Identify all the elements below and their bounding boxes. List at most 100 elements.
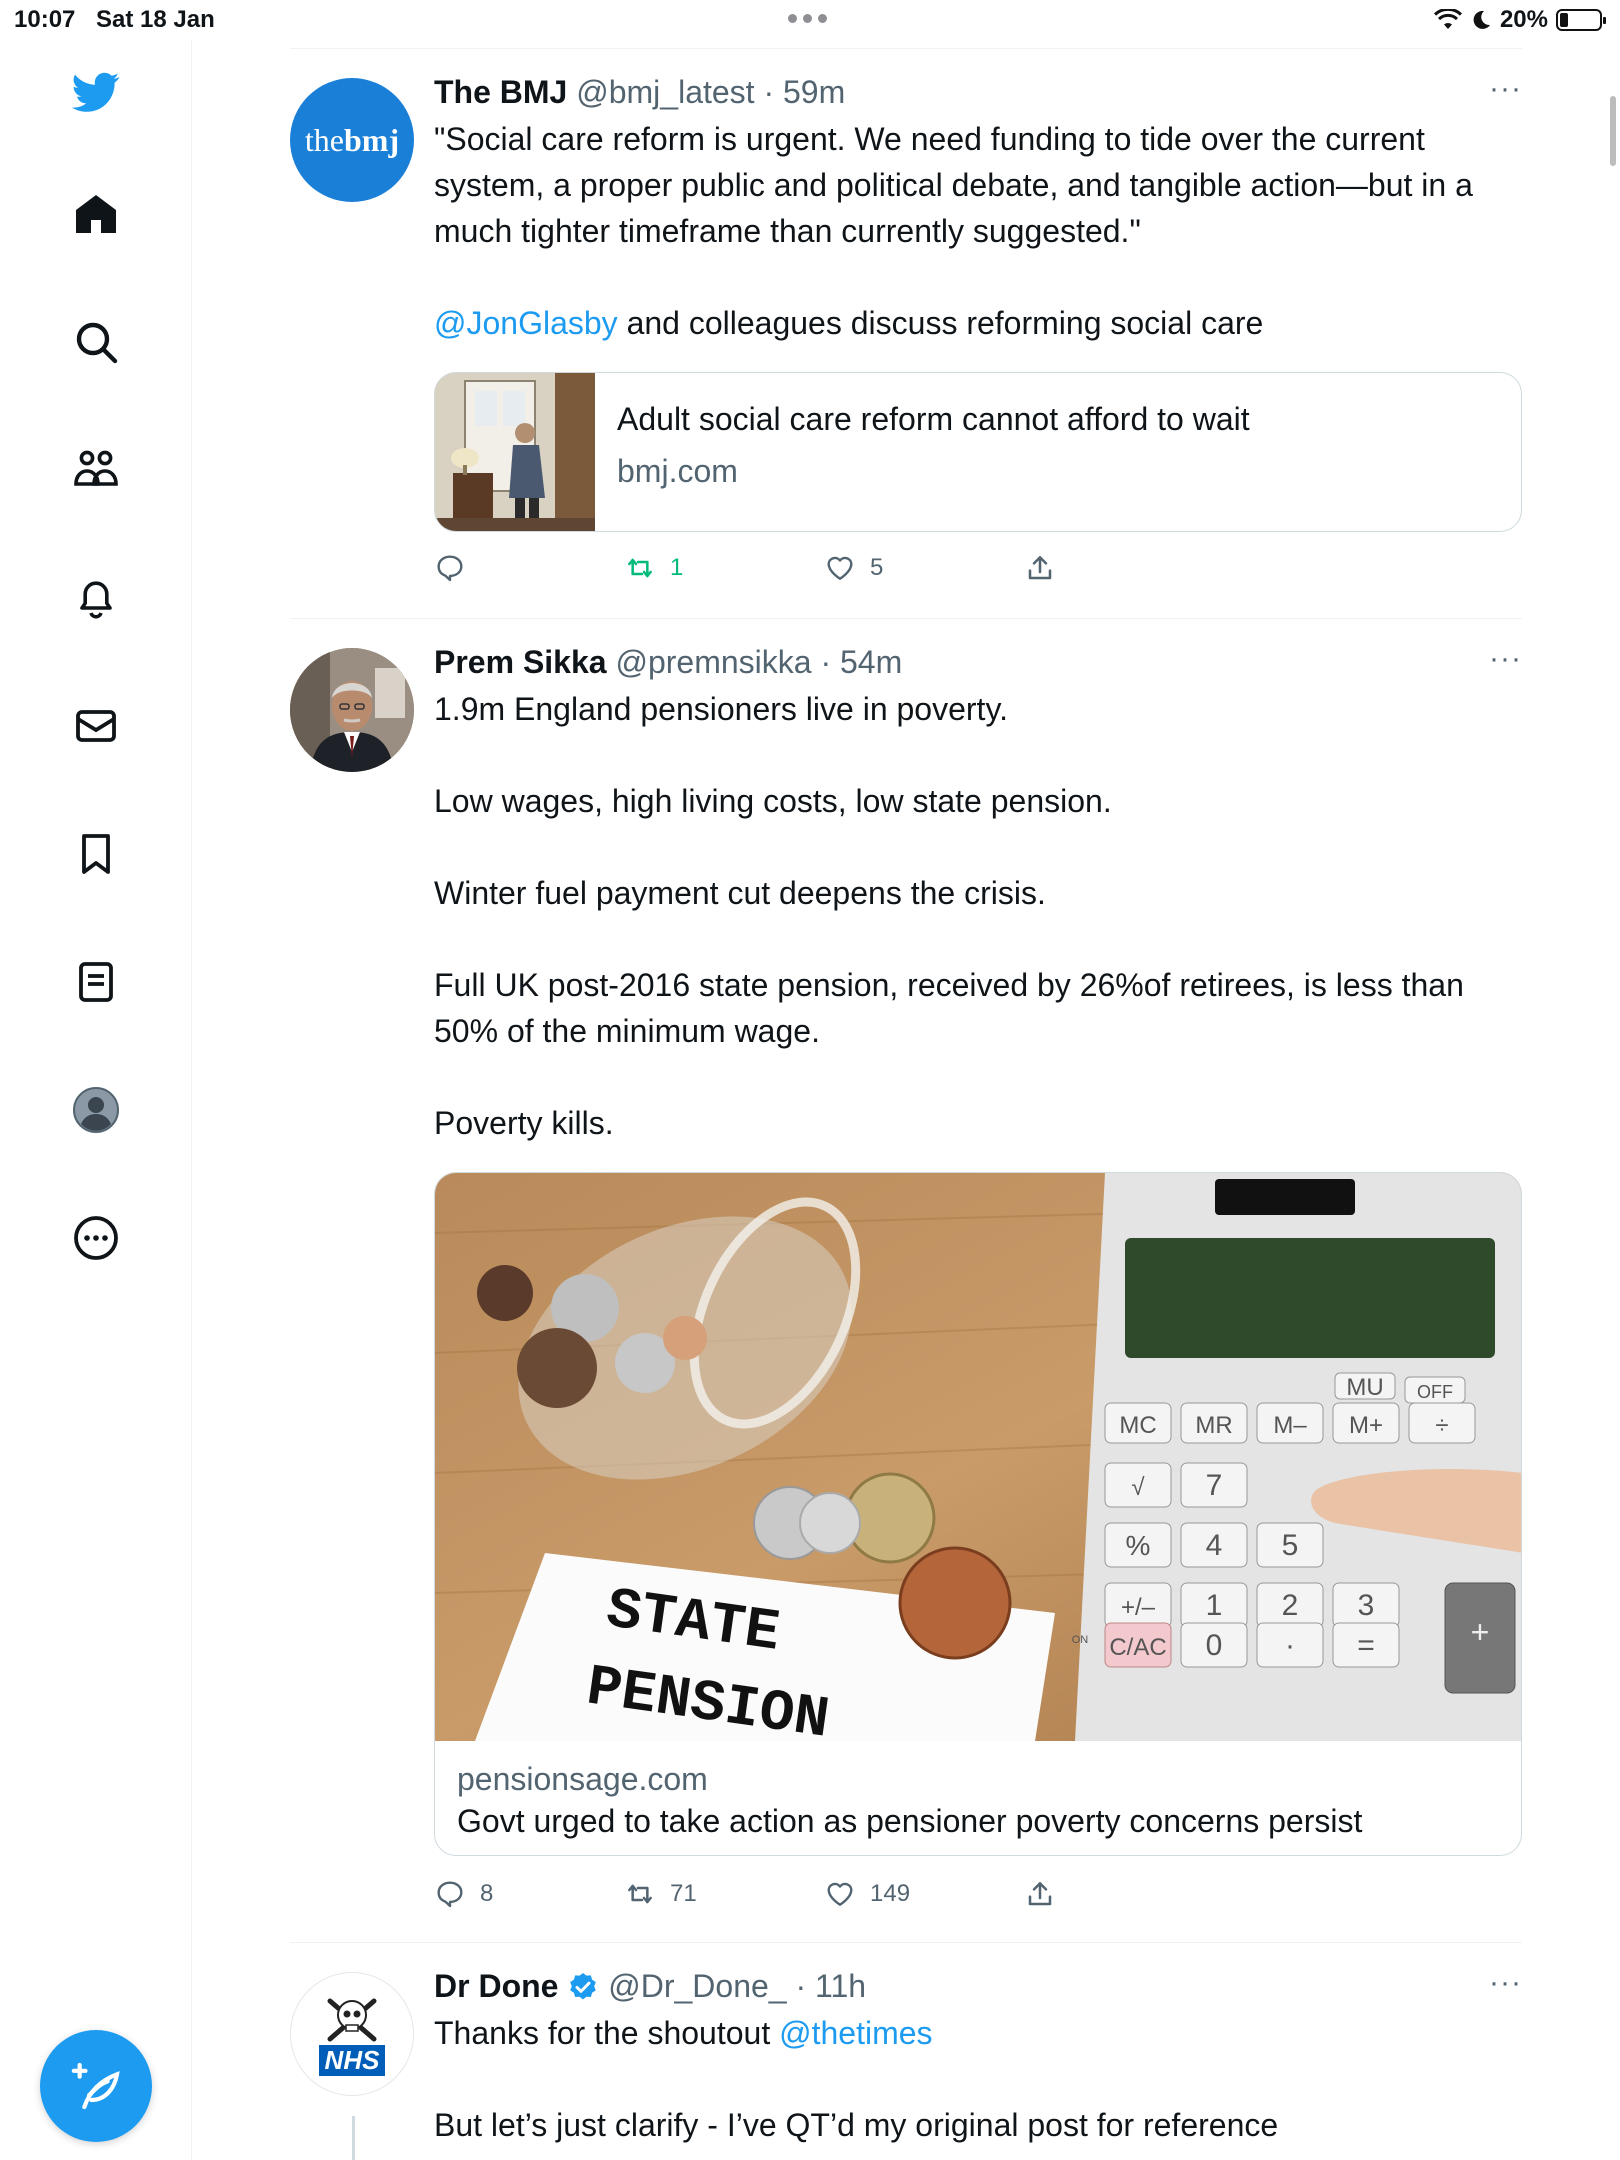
status-date: Sat 18 Jan xyxy=(96,6,215,33)
bmj-logo-text: thebmj xyxy=(304,121,400,158)
scrollbar[interactable] xyxy=(1610,96,1616,166)
calc-key: 3 xyxy=(1358,1589,1375,1622)
compose-feather-icon xyxy=(71,2062,120,2110)
twitter-logo-icon[interactable] xyxy=(66,62,126,122)
tweet-paragraph: Thanks for the shoutout xyxy=(434,2015,780,2051)
heart-icon xyxy=(827,1882,853,1906)
separator: · xyxy=(820,644,832,680)
skull-icon xyxy=(327,1998,377,2041)
reply-count: 8 xyxy=(480,1880,494,1907)
heart-icon xyxy=(827,556,853,580)
tweet-paragraph: "Social care reform is urgent. We need f… xyxy=(434,121,1473,249)
calc-key: 1 xyxy=(1206,1589,1223,1622)
avatar-prem-sikka[interactable] xyxy=(290,648,414,772)
tweet-more-icon[interactable]: ··· xyxy=(1489,1966,1522,2000)
calc-key: 4 xyxy=(1206,1529,1223,1562)
calc-key: MU xyxy=(1346,1374,1383,1401)
card-image: STATE PENSION MU OFF MC MR M– M+ ÷ √ 7 %… xyxy=(435,1173,1521,1741)
author-name[interactable]: Dr Done xyxy=(434,1968,558,2004)
moon-icon xyxy=(1473,10,1490,29)
sidebar-nav xyxy=(0,40,192,2160)
card-title: Govt urged to take action as pensioner p… xyxy=(457,1803,1363,1839)
author-handle[interactable]: @premnsikka xyxy=(615,644,811,680)
status-indicators: 20% xyxy=(1433,6,1606,34)
bookmarks-icon[interactable] xyxy=(66,824,126,884)
link-card[interactable]: STATE PENSION MU OFF MC MR M– M+ ÷ √ 7 %… xyxy=(434,1172,1522,1856)
mention-link[interactable]: @JonGlasby xyxy=(434,305,618,341)
tweet-paragraph: and colleagues discuss reforming social … xyxy=(617,305,1264,341)
card-title: Adult social care reform cannot afford t… xyxy=(617,401,1250,437)
compose-tweet-button[interactable] xyxy=(40,2030,152,2142)
tweet[interactable]: NHS Dr Done @Dr_Done_ · 11h ··· Thanks f… xyxy=(290,1966,1522,2160)
profile-avatar-icon[interactable] xyxy=(66,1080,126,1140)
calc-key: M– xyxy=(1273,1412,1307,1439)
more-options-icon[interactable] xyxy=(66,1208,126,1268)
divider xyxy=(290,48,1522,49)
tweet-paragraph: 1.9m England pensioners live in poverty. xyxy=(434,691,1008,727)
tweet-paragraph: Full UK post-2016 state pension, receive… xyxy=(434,967,1464,1049)
author-name[interactable]: The BMJ xyxy=(434,74,567,110)
tweet-more-icon[interactable]: ··· xyxy=(1489,642,1522,676)
lists-icon[interactable] xyxy=(66,952,126,1012)
tweet-text: 1.9m England pensioners live in poverty.… xyxy=(434,686,1494,1146)
communities-icon[interactable] xyxy=(66,440,126,500)
card-domain: pensionsage.com xyxy=(457,1761,708,1797)
calc-key: MR xyxy=(1195,1412,1232,1439)
retweet-button[interactable]: 71 xyxy=(624,1878,697,1910)
avatar-dr-done[interactable]: NHS xyxy=(290,1972,414,2096)
reply-icon xyxy=(437,1881,463,1908)
calc-key: + xyxy=(1471,1614,1490,1650)
divider xyxy=(290,1942,1522,1943)
reply-button[interactable]: 8 xyxy=(434,1878,493,1910)
like-count: 5 xyxy=(870,554,884,581)
divider xyxy=(290,618,1522,619)
tweet-header: The BMJ @bmj_latest · 59m xyxy=(434,72,1522,112)
tweet[interactable]: thebmj The BMJ @bmj_latest · 59m ··· "So… xyxy=(290,72,1522,612)
battery-percent: 20% xyxy=(1499,6,1548,33)
card-thumbnail xyxy=(435,373,595,531)
separator: · xyxy=(763,74,775,110)
share-icon xyxy=(1028,1882,1052,1906)
tweet-more-icon[interactable]: ··· xyxy=(1489,72,1522,106)
tweet-header: Prem Sikka @premnsikka · 54m xyxy=(434,642,1522,682)
tweet[interactable]: Prem Sikka @premnsikka · 54m ··· 1.9m En… xyxy=(290,642,1522,1912)
mention-link[interactable]: @thetimes xyxy=(779,2015,932,2051)
tweet-header: Dr Done @Dr_Done_ · 11h xyxy=(434,1966,1522,2006)
retweet-button[interactable]: 1 xyxy=(624,552,683,584)
tweet-time[interactable]: 59m xyxy=(783,74,845,110)
link-card[interactable]: Adult social care reform cannot afford t… xyxy=(434,372,1522,532)
calc-key: 7 xyxy=(1206,1469,1223,1502)
reply-button[interactable] xyxy=(434,552,480,584)
tweet-time[interactable]: 11h xyxy=(815,1968,866,2004)
battery-icon xyxy=(1556,9,1606,31)
multitasking-dots-icon[interactable] xyxy=(788,14,827,23)
calc-key: 5 xyxy=(1282,1529,1299,1562)
thread-line xyxy=(352,2116,355,2160)
calc-key: 0 xyxy=(1206,1629,1223,1662)
tweet-text: "Social care reform is urgent. We need f… xyxy=(434,116,1522,346)
retweet-count: 71 xyxy=(670,1880,697,1907)
like-button[interactable]: 5 xyxy=(824,552,883,584)
avatar-the-bmj[interactable]: thebmj xyxy=(290,78,414,202)
search-icon[interactable] xyxy=(66,312,126,372)
notifications-bell-icon[interactable] xyxy=(66,568,126,628)
tweet-time[interactable]: 54m xyxy=(840,644,902,680)
wifi-icon xyxy=(1433,9,1462,29)
author-handle[interactable]: @Dr_Done_ xyxy=(608,1968,786,2004)
author-name[interactable]: Prem Sikka xyxy=(434,644,607,680)
share-button[interactable] xyxy=(1024,552,1056,584)
separator: · xyxy=(795,1968,807,2004)
tweet-paragraph: Winter fuel payment cut deepens the cris… xyxy=(434,875,1046,911)
home-icon[interactable] xyxy=(66,184,126,244)
like-button[interactable]: 149 xyxy=(824,1878,910,1910)
calc-key: √ xyxy=(1131,1474,1145,1501)
share-button[interactable] xyxy=(1024,1878,1056,1910)
calc-key: · xyxy=(1285,1629,1295,1662)
tweet-actions: 8 71 149 xyxy=(434,1878,1522,1922)
calc-key: M+ xyxy=(1349,1412,1383,1439)
tweet-actions: 1 5 xyxy=(434,552,1522,596)
calc-key: OFF xyxy=(1417,1382,1453,1402)
author-handle[interactable]: @bmj_latest xyxy=(576,74,754,110)
messages-envelope-icon[interactable] xyxy=(66,696,126,756)
card-domain: bmj.com xyxy=(617,453,738,489)
